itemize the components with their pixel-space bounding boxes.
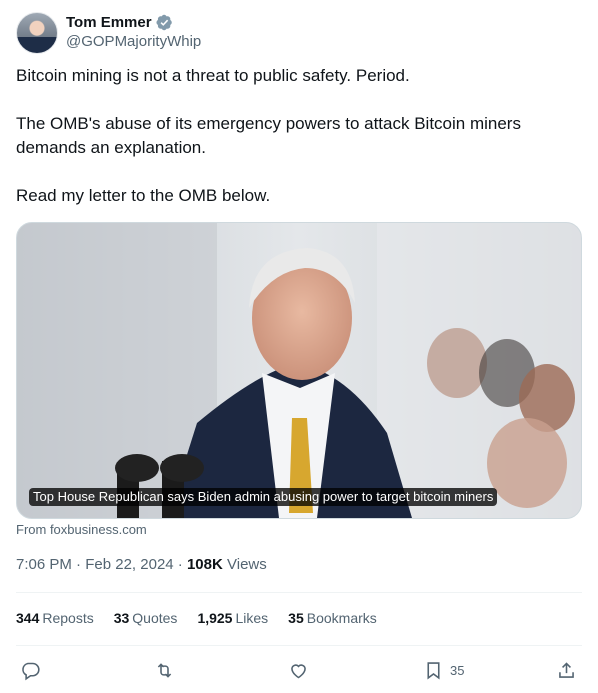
tweet-line: The OMB's abuse of its emergency powers …	[16, 114, 521, 157]
card-source[interactable]: From foxbusiness.com	[16, 522, 147, 537]
share-icon	[559, 661, 574, 678]
tweet-date[interactable]: Feb 22, 2024	[85, 556, 173, 573]
tweet-line: Bitcoin mining is not a threat to public…	[16, 66, 410, 85]
verified-badge-icon	[156, 14, 172, 30]
reply-icon	[22, 662, 40, 680]
heart-icon	[291, 663, 306, 678]
link-card[interactable]: Top House Republican says Biden admin ab…	[16, 222, 582, 519]
reply-button[interactable]	[20, 656, 41, 684]
action-bar: 35	[16, 656, 582, 684]
meta-separator: ·	[71, 556, 86, 573]
repost-button[interactable]	[154, 656, 175, 684]
card-title: Top House Republican says Biden admin ab…	[29, 488, 498, 506]
bookmark-count: 35	[450, 662, 465, 678]
tweet-line: Read my letter to the OMB below.	[16, 186, 271, 205]
author-display-name[interactable]: Tom Emmer	[66, 14, 152, 31]
tweet-text: Bitcoin mining is not a threat to public…	[16, 64, 582, 208]
tweet-header: Tom Emmer @GOPMajorityWhip	[16, 12, 201, 56]
reposts-stat[interactable]: 344 Reposts	[16, 610, 94, 626]
card-photo	[17, 223, 581, 518]
repost-icon	[157, 662, 172, 678]
views-label: Views	[227, 556, 267, 573]
like-button[interactable]	[288, 656, 309, 684]
meta-separator: ·	[173, 556, 187, 573]
bookmarks-stat[interactable]: 35 Bookmarks	[288, 610, 377, 626]
quotes-stat[interactable]: 33 Quotes	[114, 610, 178, 626]
tweet-time[interactable]: 7:06 PM	[16, 556, 72, 573]
author-handle[interactable]: @GOPMajorityWhip	[66, 33, 201, 50]
author-avatar[interactable]	[16, 12, 58, 54]
bookmark-button[interactable]: 35	[423, 656, 464, 684]
author-names: Tom Emmer @GOPMajorityWhip	[66, 12, 201, 56]
divider	[16, 592, 582, 593]
likes-stat[interactable]: 1,925 Likes	[197, 610, 268, 626]
engagement-stats: 344 Reposts 33 Quotes 1,925 Likes 35 Bookmar…	[16, 610, 397, 626]
share-button[interactable]	[556, 656, 577, 684]
tweet-meta: 7:06 PM · Feb 22, 2024 · 108K Views	[16, 556, 267, 573]
bookmark-icon	[427, 661, 440, 680]
divider	[16, 645, 582, 646]
views-count: 108K	[186, 556, 223, 573]
